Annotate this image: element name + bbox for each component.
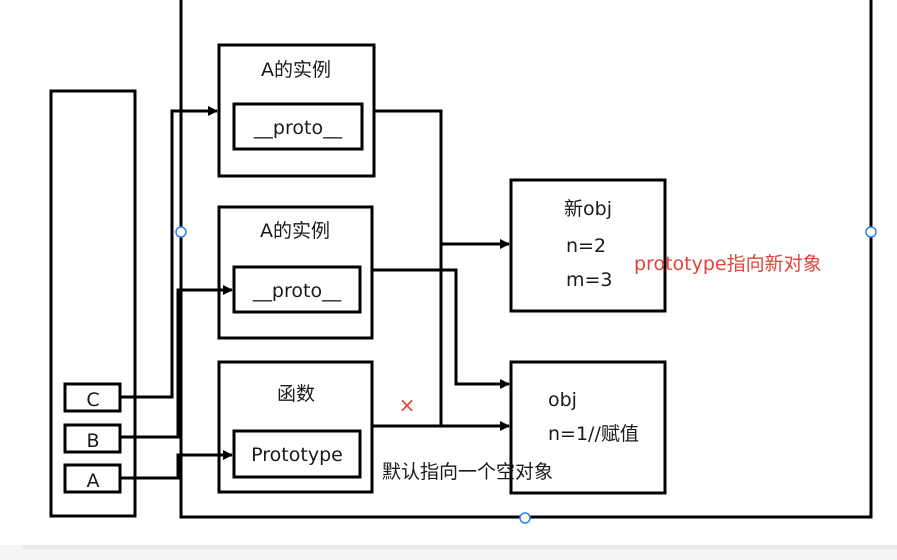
new-obj-title: 新obj: [564, 198, 612, 220]
list-item-label: C: [86, 389, 99, 411]
connector-a-to-function[interactable]: [120, 450, 233, 480]
list-item-c[interactable]: C: [63, 382, 122, 413]
annotation-default-empty: 默认指向一个空对象: [382, 461, 553, 483]
list-item-a[interactable]: A: [63, 463, 122, 494]
resize-handle-right[interactable]: [865, 226, 877, 238]
prototype-label: Prototype: [251, 444, 343, 466]
cross-mark: ×: [399, 393, 416, 417]
function-title: 函数: [277, 383, 315, 405]
resize-handle-bottom[interactable]: [519, 512, 531, 524]
instance-title: A的实例: [260, 220, 330, 242]
proto-label: __proto__: [252, 280, 342, 302]
new-obj-prop: m=3: [566, 269, 613, 291]
diagram-svg: C B A A的实例 __proto__ A的实例 __proto__ 函数 P…: [49, 0, 877, 524]
function-box[interactable]: 函数 Prototype: [217, 360, 374, 494]
list-item-b[interactable]: B: [63, 423, 122, 454]
obj-prop: n=1//赋值: [548, 423, 639, 445]
instance-box-mid[interactable]: A的实例 __proto__: [217, 205, 374, 340]
instance-title: A的实例: [261, 59, 331, 81]
new-obj-box[interactable]: 新obj n=2 m=3: [509, 178, 667, 313]
list-item-label: A: [87, 470, 100, 492]
connector-b-to-instance[interactable]: [120, 285, 233, 439]
resize-handle-left[interactable]: [175, 226, 187, 238]
list-item-label: B: [86, 430, 99, 452]
new-obj-prop: n=2: [566, 235, 606, 257]
obj-title: obj: [548, 389, 577, 411]
connector-proto-to-new-obj[interactable]: [374, 109, 510, 249]
instance-box-top[interactable]: A的实例 __proto__: [217, 43, 376, 178]
annotation-prototype-new: prototype指向新对象: [634, 253, 822, 275]
proto-label: __proto__: [253, 117, 343, 139]
